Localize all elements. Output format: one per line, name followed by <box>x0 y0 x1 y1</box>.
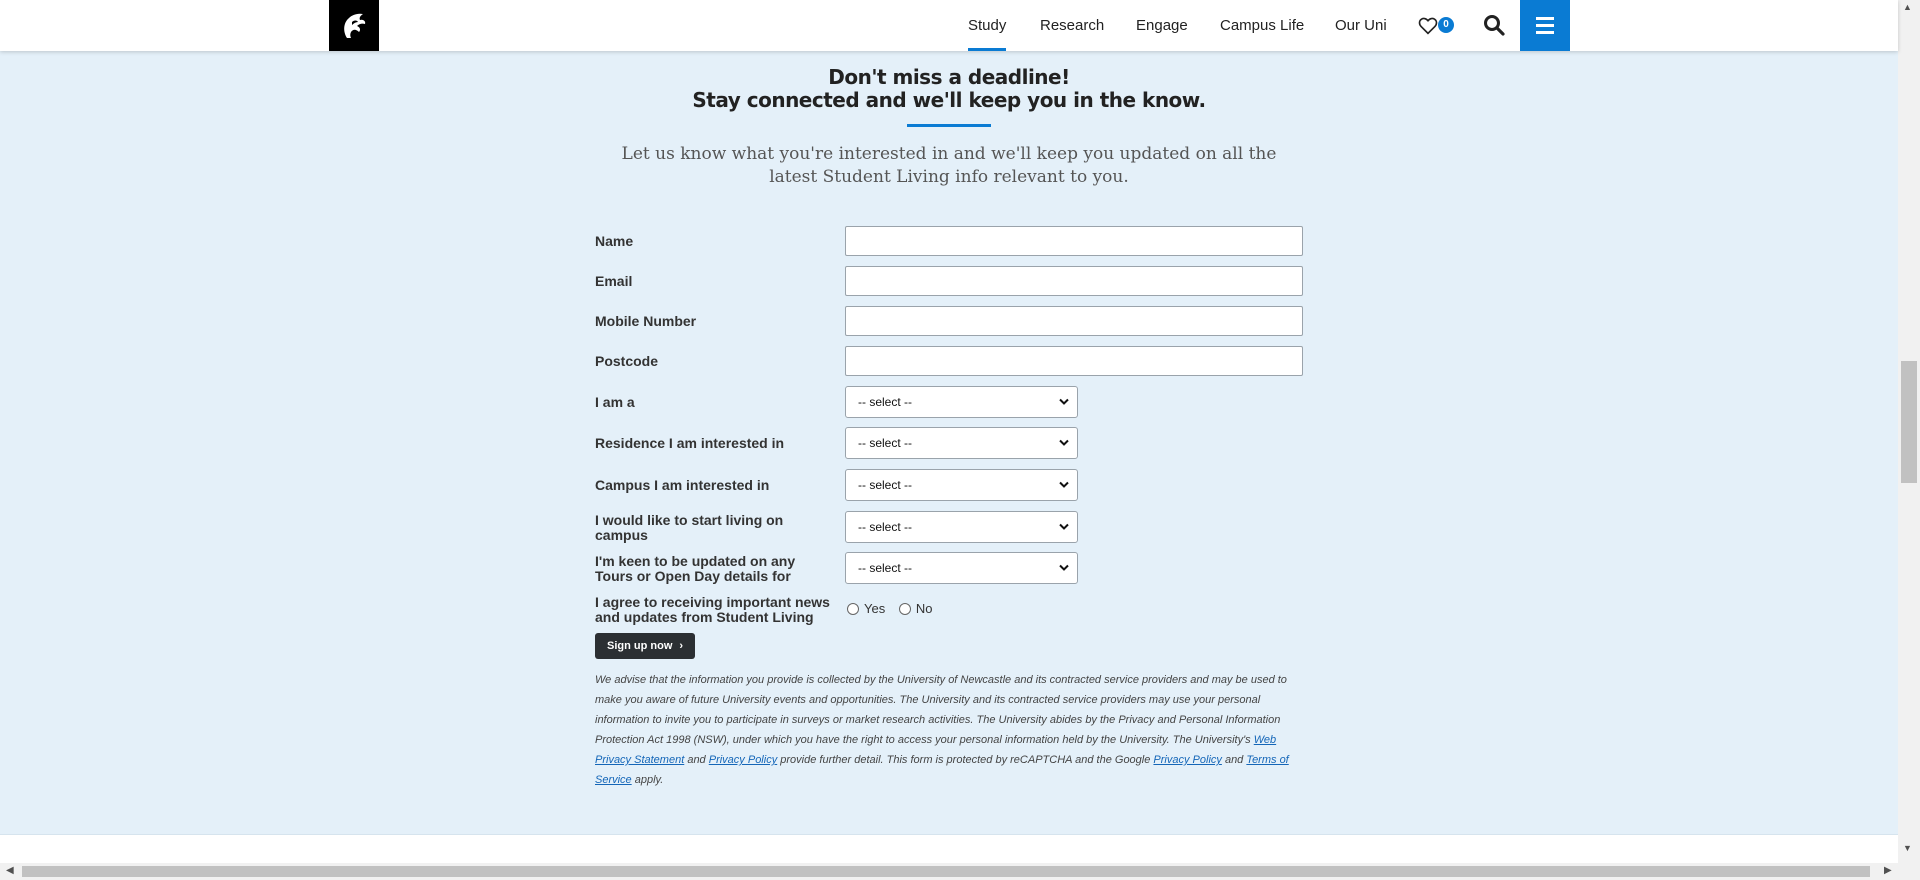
horizontal-scroll-thumb[interactable] <box>22 866 1870 877</box>
disclaimer-text: We advise that the information you provi… <box>595 674 1287 746</box>
google-privacy-policy-link[interactable]: Privacy Policy <box>1153 754 1221 766</box>
agree-yes-radio[interactable]: Yes <box>847 601 885 616</box>
site-header: Study Research Engage Campus Life Our Un… <box>0 0 1898 51</box>
chevron-down-icon <box>1059 481 1069 488</box>
residence-select-value: -- select -- <box>858 436 912 450</box>
heart-icon <box>1418 17 1438 35</box>
i-am-a-select-value: -- select -- <box>858 395 912 409</box>
chevron-right-icon: › <box>679 640 683 652</box>
intro-text: Let us know what you're interested in an… <box>621 144 1277 187</box>
search-icon <box>1484 15 1505 36</box>
name-label: Name <box>595 233 634 249</box>
i-am-a-label: I am a <box>595 394 635 410</box>
horse-logo-icon <box>344 13 366 38</box>
tours-select-value: -- select -- <box>858 561 912 575</box>
start-living-select-value: -- select -- <box>858 520 912 534</box>
start-living-select[interactable]: -- select -- <box>845 511 1078 543</box>
chevron-down-icon <box>1059 439 1069 446</box>
campus-label: Campus I am interested in <box>595 477 770 493</box>
chevron-down-icon <box>1059 564 1069 571</box>
chevron-down-icon <box>1059 523 1069 530</box>
postcode-label: Postcode <box>595 353 659 369</box>
scroll-left-arrow-icon[interactable]: ◀ <box>6 865 14 876</box>
menu-button[interactable] <box>1520 0 1570 51</box>
email-label: Email <box>595 273 633 289</box>
favourites-count-badge: 0 <box>1438 17 1454 33</box>
vertical-scroll-thumb[interactable] <box>1901 361 1917 483</box>
nav-our-uni[interactable]: Our Uni <box>1335 0 1387 51</box>
agree-no-label: No <box>915 601 933 616</box>
chevron-down-icon <box>1059 398 1069 405</box>
university-logo[interactable] <box>329 0 379 51</box>
agree-radio-group: Yes No <box>847 601 942 618</box>
scroll-right-arrow-icon[interactable]: ▶ <box>1884 865 1892 876</box>
residence-label: Residence I am interested in <box>595 435 785 451</box>
mobile-label: Mobile Number <box>595 313 697 329</box>
sign-up-button[interactable]: Sign up now › <box>595 633 695 659</box>
hamburger-icon-bar <box>1536 17 1554 20</box>
next-section <box>0 834 1898 864</box>
name-input[interactable] <box>845 226 1303 256</box>
disclaimer-text: apply. <box>631 774 664 786</box>
tours-select[interactable]: -- select -- <box>845 552 1078 584</box>
disclaimer-text: and <box>684 754 709 766</box>
campus-select[interactable]: -- select -- <box>845 469 1078 501</box>
postcode-input[interactable] <box>845 346 1303 376</box>
favourites-button[interactable]: 0 <box>1418 15 1458 37</box>
nav-campus-life[interactable]: Campus Life <box>1220 0 1304 51</box>
disclaimer-text: and <box>1221 754 1247 766</box>
agree-label: I agree to receiving important news and … <box>595 594 830 625</box>
residence-select[interactable]: -- select -- <box>845 427 1078 459</box>
nav-study[interactable]: Study <box>968 0 1007 51</box>
radio-circle <box>847 602 859 615</box>
privacy-policy-link[interactable]: Privacy Policy <box>709 754 777 766</box>
agree-no-radio[interactable]: No <box>898 601 933 616</box>
disclaimer-text: provide further detail. This form is pro… <box>777 754 1154 766</box>
agree-yes-label: Yes <box>864 601 886 616</box>
scroll-down-arrow-icon[interactable]: ▼ <box>1903 843 1912 853</box>
section-heading: Don't miss a deadline! Stay connected an… <box>0 66 1898 112</box>
mobile-input[interactable] <box>845 306 1303 336</box>
nav-research[interactable]: Research <box>1040 0 1104 51</box>
heading-divider <box>907 124 991 127</box>
hamburger-icon-bar <box>1536 24 1554 27</box>
i-am-a-select[interactable]: -- select -- <box>845 386 1078 418</box>
tours-label: I'm keen to be updated on any Tours or O… <box>595 553 796 584</box>
heading-line-2: Stay connected and we'll keep you in the… <box>692 88 1206 112</box>
scroll-up-arrow-icon[interactable]: ▲ <box>1903 2 1912 12</box>
hamburger-icon-bar <box>1536 31 1554 34</box>
heading-line-1: Don't miss a deadline! <box>828 65 1070 89</box>
privacy-disclaimer: We advise that the information you provi… <box>595 670 1305 790</box>
email-input[interactable] <box>845 266 1303 296</box>
nav-engage[interactable]: Engage <box>1136 0 1188 51</box>
search-button[interactable] <box>1483 14 1507 38</box>
radio-circle <box>898 602 911 615</box>
start-living-label: I would like to start living on campus <box>595 512 784 543</box>
sign-up-button-label: Sign up now <box>607 640 673 652</box>
campus-select-value: -- select -- <box>858 478 912 492</box>
